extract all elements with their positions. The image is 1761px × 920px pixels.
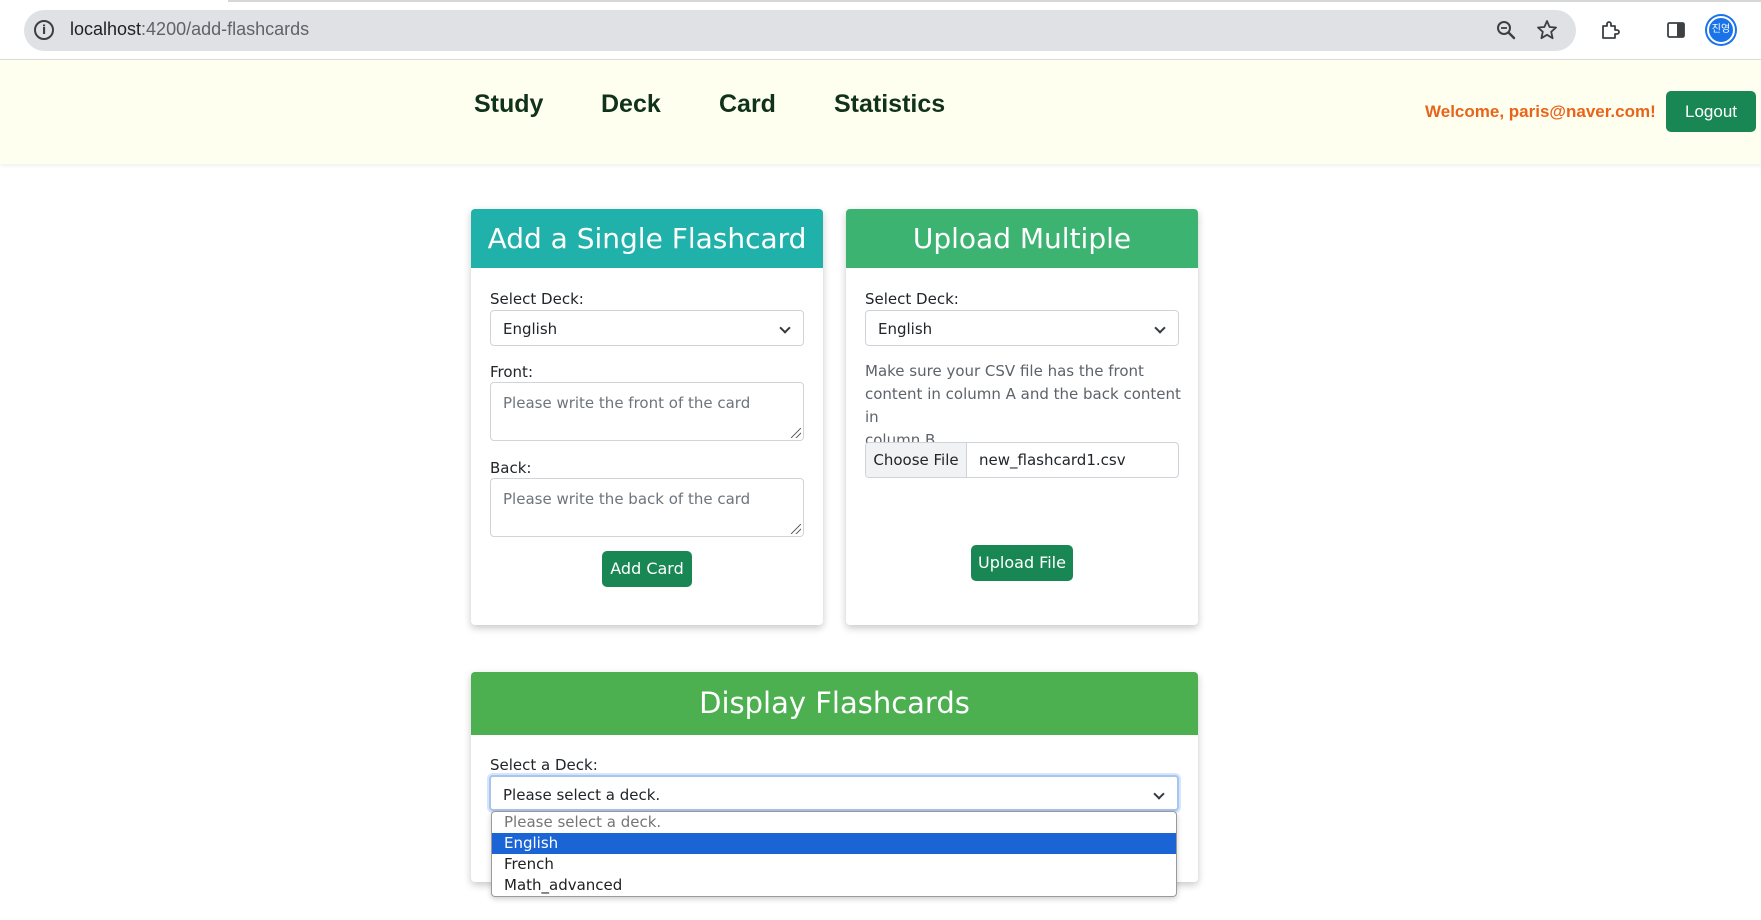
select-deck-label: Select Deck: xyxy=(490,290,584,308)
front-textarea[interactable]: Please write the front of the card xyxy=(490,382,804,441)
csv-help-line-1: Make sure your CSV file has the front xyxy=(865,362,1144,380)
url-text[interactable]: localhost:4200/add-flashcards xyxy=(70,19,309,40)
dropdown-option-placeholder[interactable]: Please select a deck. xyxy=(492,812,1176,833)
profile-avatar[interactable]: 진영 xyxy=(1707,16,1735,44)
nav-card[interactable]: Card xyxy=(719,90,776,119)
display-deck-select-value: Please select a deck. xyxy=(503,786,661,804)
card-header-upload: Upload Multiple Flashcards xyxy=(846,209,1198,314)
csv-help-line-2: content in column A and the back content… xyxy=(865,385,1181,426)
front-placeholder: Please write the front of the card xyxy=(503,394,751,412)
loading-bar xyxy=(228,0,1761,2)
upload-flashcards-card: Upload Multiple Flashcards Select Deck: … xyxy=(846,209,1198,625)
select-a-deck-label: Select a Deck: xyxy=(490,756,598,774)
display-deck-select[interactable]: Please select a deck. xyxy=(489,775,1179,811)
resize-handle-icon[interactable] xyxy=(791,428,801,438)
deck-select[interactable]: English xyxy=(490,310,804,346)
deck-dropdown-list: Please select a deck. English French Mat… xyxy=(491,811,1177,897)
card-header-single: Add a Single Flashcard xyxy=(471,209,823,268)
app-navbar: Study Deck Card Statistics Welcome, pari… xyxy=(0,60,1761,164)
dropdown-option-french[interactable]: French xyxy=(492,854,1176,875)
extensions-icon[interactable] xyxy=(1598,18,1622,42)
chevron-down-icon xyxy=(1154,322,1166,334)
deck-select-value: English xyxy=(878,320,933,338)
back-textarea[interactable]: Please write the back of the card xyxy=(490,478,804,537)
front-label: Front: xyxy=(490,363,533,381)
upload-file-button[interactable]: Upload File xyxy=(971,545,1073,581)
zoom-icon[interactable] xyxy=(1494,18,1518,42)
card-header-display: Display Flashcards xyxy=(471,672,1198,735)
deck-select[interactable]: English xyxy=(865,310,1179,346)
resize-handle-icon[interactable] xyxy=(791,524,801,534)
back-placeholder: Please write the back of the card xyxy=(503,490,751,508)
csv-help-text: Make sure your CSV file has the front co… xyxy=(865,360,1185,452)
chevron-down-icon xyxy=(1153,788,1165,800)
side-panel-icon[interactable] xyxy=(1664,18,1688,42)
add-card-button[interactable]: Add Card xyxy=(602,551,692,587)
bookmark-star-icon[interactable] xyxy=(1535,18,1559,42)
dropdown-option-math-advanced[interactable]: Math_advanced xyxy=(492,875,1176,896)
welcome-message: Welcome, paris@naver.com! xyxy=(1425,102,1656,121)
add-single-flashcard-card: Add a Single Flashcard Select Deck: Engl… xyxy=(471,209,823,625)
browser-toolbar: i localhost:4200/add-flashcards 진영 xyxy=(0,0,1761,60)
csv-file-input[interactable]: Choose File new_flashcard1.csv xyxy=(865,442,1179,478)
nav-deck[interactable]: Deck xyxy=(601,90,661,119)
dropdown-option-english[interactable]: English xyxy=(492,833,1176,854)
deck-select-value: English xyxy=(503,320,558,338)
selected-file-name: new_flashcard1.csv xyxy=(979,451,1126,469)
select-deck-label: Select Deck: xyxy=(865,290,959,308)
nav-study[interactable]: Study xyxy=(474,90,543,119)
choose-file-button[interactable]: Choose File xyxy=(866,443,967,477)
nav-statistics[interactable]: Statistics xyxy=(834,90,945,119)
logout-button[interactable]: Logout xyxy=(1666,91,1756,132)
site-info-icon[interactable]: i xyxy=(34,20,54,40)
back-label: Back: xyxy=(490,459,532,477)
chevron-down-icon xyxy=(779,322,791,334)
